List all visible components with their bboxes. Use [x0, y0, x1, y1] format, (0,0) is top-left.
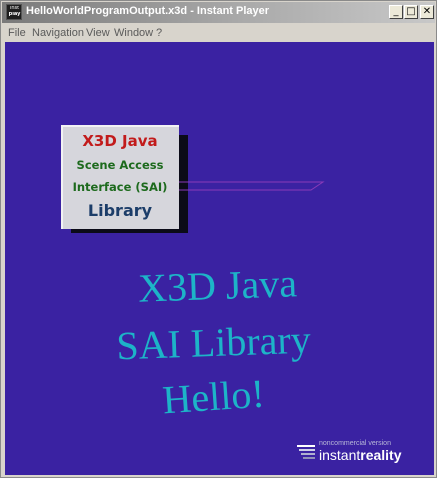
instant-reality-logo-icon	[297, 445, 315, 459]
watermark-brand-part1: instant	[319, 447, 361, 463]
watermark-brand-part2: reality	[360, 447, 402, 463]
menu-navigation[interactable]: Navigation	[32, 27, 84, 39]
close-button[interactable]: ✕	[420, 5, 434, 19]
instant-player-icon[interactable]: inst play	[6, 4, 22, 20]
hello-text-line1: X3D Java	[137, 260, 298, 311]
watermark-small-text: noncommercial version	[319, 440, 391, 447]
cube-label-line3: Interface (SAI)	[72, 180, 168, 194]
3d-viewport[interactable]: X3D Java Scene Access Interface (SAI) Li…	[5, 42, 434, 475]
app-icon-text-bottom: play	[8, 12, 21, 17]
cube-label-line1: X3D Java	[82, 132, 158, 150]
wireframe-box	[179, 181, 325, 191]
app-window: inst play HelloWorldProgramOutput.x3d - …	[0, 0, 437, 478]
watermark-brand: instantreality	[319, 447, 402, 463]
title-bar[interactable]: inst play HelloWorldProgramOutput.x3d - …	[2, 2, 435, 23]
app-icon-text-top: inst	[9, 6, 20, 11]
minimize-button[interactable]: _	[389, 5, 403, 19]
menu-help[interactable]: ?	[156, 27, 162, 39]
menu-view[interactable]: View	[86, 27, 110, 39]
cube-label-line4: Library	[87, 201, 153, 220]
instant-reality-watermark: noncommercial version instantreality	[297, 440, 425, 466]
window-title: HelloWorldProgramOutput.x3d - Instant Pl…	[26, 5, 270, 17]
sai-library-cube[interactable]: X3D Java Scene Access Interface (SAI) Li…	[61, 125, 179, 229]
maximize-button[interactable]: □	[404, 5, 418, 19]
menu-window[interactable]: Window	[114, 27, 153, 39]
menu-bar: File Navigation View Window ?	[2, 23, 435, 42]
cube-label-line2: Scene Access	[76, 158, 164, 172]
menu-file[interactable]: File	[8, 27, 26, 39]
